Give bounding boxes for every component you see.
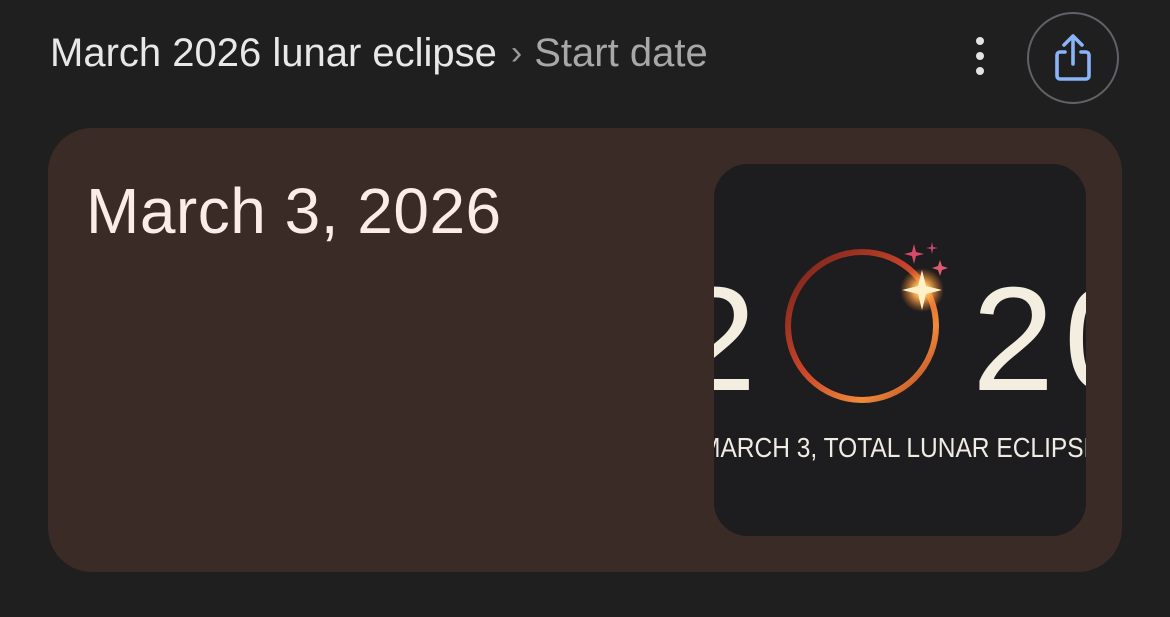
header-bar: March 2026 lunar eclipse › Start date: [0, 0, 1170, 110]
share-button[interactable]: [1027, 12, 1119, 104]
breadcrumb: March 2026 lunar eclipse › Start date: [50, 28, 708, 78]
image-digit-right-partial: 0: [1064, 257, 1086, 422]
eclipse-2026-image: 2 2 0 MARCH 3, TOTAL LUNAR ECLIPSE: [714, 164, 1086, 536]
share-icon: [1055, 34, 1091, 81]
more-options-button[interactable]: [960, 32, 1000, 80]
eclipse-thumbnail[interactable]: 2 2 0 MARCH 3, TOTAL LUNAR ECLIPSE: [714, 164, 1086, 536]
more-vertical-icon: [976, 37, 984, 45]
breadcrumb-subtitle: Start date: [534, 30, 708, 75]
more-vertical-icon-dot: [976, 52, 984, 60]
more-vertical-icon-dot: [976, 67, 984, 75]
answer-card[interactable]: March 3, 2026 2 2 MARCH 3, TOTAL LUNAR E…: [48, 128, 1122, 572]
image-digit-right: 2: [972, 257, 1054, 422]
breadcrumb-title[interactable]: March 2026 lunar eclipse: [50, 31, 497, 76]
image-digit-left: 2: [714, 257, 756, 422]
start-date-value: March 3, 2026: [86, 175, 502, 247]
breadcrumb-chevron-icon: ›: [510, 33, 523, 72]
image-caption: MARCH 3, TOTAL LUNAR ECLIPSE: [714, 432, 1086, 463]
